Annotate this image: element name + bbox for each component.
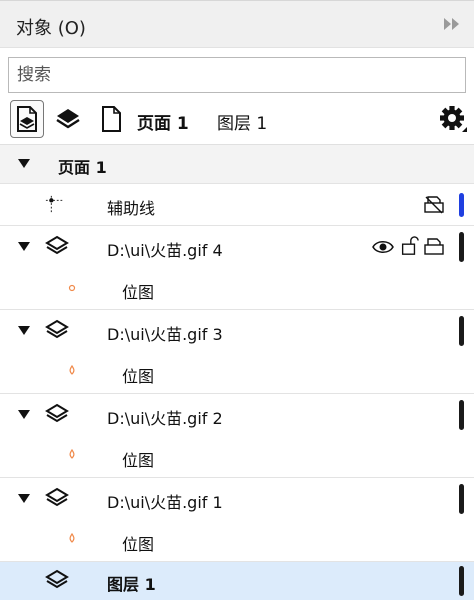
bitmap-thumbnail-icon	[69, 365, 75, 375]
collapse-arrow-icon[interactable]	[18, 494, 30, 503]
bitmap-label: 位图	[122, 535, 155, 554]
layer-color-bar	[459, 400, 464, 430]
guides-icon	[45, 195, 65, 214]
layer-color-bar	[459, 566, 464, 596]
print-icon[interactable]	[423, 237, 445, 257]
layer-color-bar	[459, 484, 464, 514]
breadcrumb-page[interactable]: 页面 1	[137, 109, 189, 134]
bitmap-label: 位图	[122, 367, 155, 386]
search-box	[8, 57, 466, 93]
guides-color-bar	[459, 193, 464, 217]
tree-row-bitmap[interactable]: 位图	[0, 352, 474, 394]
tree-row-bitmap[interactable]: 位图	[0, 436, 474, 478]
tree-row-layer[interactable]: D:\ui\火苗.gif 4	[0, 226, 474, 268]
selected-layer-label: 图层 1	[107, 575, 156, 594]
layer-name: D:\ui\火苗.gif 3	[107, 325, 223, 344]
tree-row-guides[interactable]: 辅助线	[0, 184, 474, 226]
tree-row-bitmap[interactable]: 位图	[0, 268, 474, 310]
panel-title: 对象 (O)	[16, 18, 86, 39]
bitmap-label: 位图	[122, 283, 155, 302]
page-label: 页面 1	[58, 158, 107, 177]
layer-name: D:\ui\火苗.gif 4	[107, 241, 223, 260]
tree-row-layer[interactable]: D:\ui\火苗.gif 1	[0, 478, 474, 520]
tree-row-layer[interactable]: D:\ui\火苗.gif 2	[0, 394, 474, 436]
unlock-icon[interactable]	[398, 236, 420, 256]
tree-row-bitmap[interactable]: 位图	[0, 520, 474, 562]
layer-icon	[45, 487, 69, 507]
layer-name: D:\ui\火苗.gif 2	[107, 409, 223, 428]
bitmap-thumbnail-icon	[69, 449, 75, 459]
search-input[interactable]	[9, 58, 465, 92]
layer-icon	[45, 403, 69, 423]
collapse-arrow-icon[interactable]	[18, 159, 30, 168]
visibility-eye-icon[interactable]	[372, 237, 394, 257]
collapse-panel-icon[interactable]	[440, 13, 464, 35]
layer-icon	[45, 235, 69, 255]
panel-header: 对象 (O)	[0, 0, 474, 48]
bitmap-thumbnail-icon	[68, 284, 76, 292]
page-view-icon	[17, 106, 37, 132]
layer-name: D:\ui\火苗.gif 1	[107, 493, 223, 512]
breadcrumb-layer[interactable]: 图层 1	[217, 109, 267, 134]
settings-icon	[440, 106, 467, 132]
tree-row-layer[interactable]: D:\ui\火苗.gif 3	[0, 310, 474, 352]
page-icon	[102, 106, 121, 132]
page-view-button[interactable]	[10, 100, 44, 138]
objects-panel: 对象 (O) 搜索 页面 1 图层 1 页面 1 辅助线 D:\ui\火苗.gi…	[0, 0, 474, 600]
layer-view-button[interactable]	[51, 100, 85, 138]
tree-row-selected-layer[interactable]: 图层 1	[0, 562, 474, 600]
collapse-arrow-icon[interactable]	[18, 326, 30, 335]
collapse-arrow-icon[interactable]	[18, 242, 30, 251]
settings-button[interactable]	[436, 100, 470, 138]
bitmap-label: 位图	[122, 451, 155, 470]
tree-row-page[interactable]: 页面 1	[0, 144, 474, 184]
layer-icon	[45, 569, 69, 589]
layer-color-bar	[459, 316, 464, 346]
layer-icon	[45, 319, 69, 339]
layer-view-icon	[56, 109, 80, 129]
print-disabled-icon[interactable]	[423, 195, 445, 215]
objects-toolbar: 页面 1 图层 1	[0, 98, 474, 142]
bitmap-thumbnail-icon	[69, 533, 75, 543]
guides-label: 辅助线	[107, 199, 156, 218]
layer-color-bar	[459, 232, 464, 262]
page-button[interactable]	[94, 100, 128, 138]
collapse-arrow-icon[interactable]	[18, 410, 30, 419]
